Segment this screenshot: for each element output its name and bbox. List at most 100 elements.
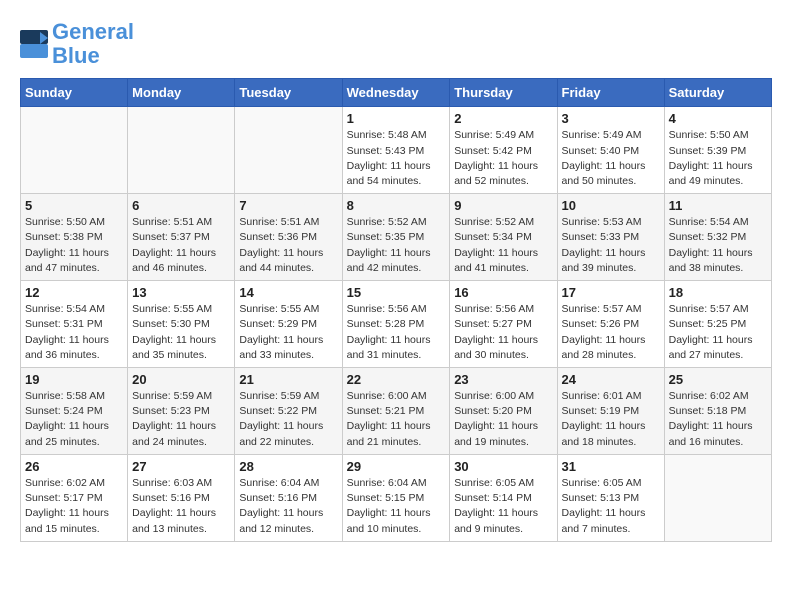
calendar-cell: 7Sunrise: 5:51 AM Sunset: 5:36 PM Daylig… [235,194,342,281]
calendar-cell [235,107,342,194]
calendar-body: 1 Sunrise: 5:48 AM Sunset: 5:43 PM Daylig… [21,107,772,541]
day-number: 17 [562,285,660,300]
header-row: Sunday Monday Tuesday Wednesday Thursday… [21,79,772,107]
header-tuesday: Tuesday [235,79,342,107]
day-number: 25 [669,372,767,387]
day-number: 19 [25,372,123,387]
calendar-cell: 13 Sunrise: 5:55 AM Sunset: 5:30 PM Dayli… [128,281,235,368]
calendar-cell: 23Sunrise: 6:00 AM Sunset: 5:20 PM Dayli… [450,368,557,455]
header-sunday: Sunday [21,79,128,107]
calendar-cell: 24Sunrise: 6:01 AM Sunset: 5:19 PM Dayli… [557,368,664,455]
day-number: 30 [454,459,552,474]
day-info: Sunrise: 5:55 AM Sunset: 5:30 PM Dayligh… [132,302,230,363]
calendar-cell: 19 Sunrise: 5:58 AM Sunset: 5:24 PM Dayli… [21,368,128,455]
header-thursday: Thursday [450,79,557,107]
day-info: Sunrise: 5:49 AM Sunset: 5:40 PM Dayligh… [562,128,660,189]
day-number: 12 [25,285,123,300]
calendar-cell: 4 Sunrise: 5:50 AM Sunset: 5:39 PM Daylig… [664,107,771,194]
calendar-week-4: 19 Sunrise: 5:58 AM Sunset: 5:24 PM Dayli… [21,368,772,455]
day-info: Sunrise: 5:59 AM Sunset: 5:22 PM Dayligh… [239,389,337,450]
calendar-cell: 11 Sunrise: 5:54 AM Sunset: 5:32 PM Dayli… [664,194,771,281]
day-number: 3 [562,111,660,126]
day-info: Sunrise: 5:51 AM Sunset: 5:36 PM Dayligh… [239,215,337,276]
calendar-cell: 14 Sunrise: 5:55 AM Sunset: 5:29 PM Dayli… [235,281,342,368]
day-info: Sunrise: 5:48 AM Sunset: 5:43 PM Dayligh… [347,128,446,189]
calendar-cell: 1 Sunrise: 5:48 AM Sunset: 5:43 PM Daylig… [342,107,450,194]
day-number: 5 [25,198,123,213]
day-number: 15 [347,285,446,300]
calendar-cell: 21Sunrise: 5:59 AM Sunset: 5:22 PM Dayli… [235,368,342,455]
day-info: Sunrise: 6:04 AM Sunset: 5:15 PM Dayligh… [347,476,446,537]
day-number: 28 [239,459,337,474]
day-number: 14 [239,285,337,300]
day-info: Sunrise: 5:58 AM Sunset: 5:24 PM Dayligh… [25,389,123,450]
calendar-week-1: 1 Sunrise: 5:48 AM Sunset: 5:43 PM Daylig… [21,107,772,194]
day-number: 23 [454,372,552,387]
day-info: Sunrise: 5:54 AM Sunset: 5:32 PM Dayligh… [669,215,767,276]
calendar-table: Sunday Monday Tuesday Wednesday Thursday… [20,78,772,541]
calendar-cell: 15 Sunrise: 5:56 AM Sunset: 5:28 PM Dayli… [342,281,450,368]
calendar-cell: 10 Sunrise: 5:53 AM Sunset: 5:33 PM Dayli… [557,194,664,281]
day-number: 26 [25,459,123,474]
header-saturday: Saturday [664,79,771,107]
header-friday: Friday [557,79,664,107]
day-info: Sunrise: 5:59 AM Sunset: 5:23 PM Dayligh… [132,389,230,450]
day-number: 10 [562,198,660,213]
day-number: 18 [669,285,767,300]
calendar-cell: 9 Sunrise: 5:52 AM Sunset: 5:34 PM Daylig… [450,194,557,281]
day-number: 2 [454,111,552,126]
calendar-cell: 2 Sunrise: 5:49 AM Sunset: 5:42 PM Daylig… [450,107,557,194]
calendar-week-2: 5 Sunrise: 5:50 AM Sunset: 5:38 PM Daylig… [21,194,772,281]
calendar-cell: 26 Sunrise: 6:02 AM Sunset: 5:17 PM Dayli… [21,454,128,541]
day-info: Sunrise: 5:54 AM Sunset: 5:31 PM Dayligh… [25,302,123,363]
day-info: Sunrise: 5:57 AM Sunset: 5:26 PM Dayligh… [562,302,660,363]
day-info: Sunrise: 5:56 AM Sunset: 5:28 PM Dayligh… [347,302,446,363]
day-info: Sunrise: 6:01 AM Sunset: 5:19 PM Dayligh… [562,389,660,450]
day-info: Sunrise: 6:02 AM Sunset: 5:18 PM Dayligh… [669,389,767,450]
day-info: Sunrise: 6:04 AM Sunset: 5:16 PM Dayligh… [239,476,337,537]
day-info: Sunrise: 5:52 AM Sunset: 5:34 PM Dayligh… [454,215,552,276]
calendar-cell: 12 Sunrise: 5:54 AM Sunset: 5:31 PM Dayli… [21,281,128,368]
day-info: Sunrise: 5:53 AM Sunset: 5:33 PM Dayligh… [562,215,660,276]
day-info: Sunrise: 6:02 AM Sunset: 5:17 PM Dayligh… [25,476,123,537]
calendar-cell [664,454,771,541]
calendar-cell: 31Sunrise: 6:05 AM Sunset: 5:13 PM Dayli… [557,454,664,541]
day-number: 8 [347,198,446,213]
calendar-cell [21,107,128,194]
calendar-cell: 29 Sunrise: 6:04 AM Sunset: 5:15 PM Dayli… [342,454,450,541]
calendar-cell: 18 Sunrise: 5:57 AM Sunset: 5:25 PM Dayli… [664,281,771,368]
logo: General Blue [20,20,134,68]
calendar-cell: 8 Sunrise: 5:52 AM Sunset: 5:35 PM Daylig… [342,194,450,281]
day-info: Sunrise: 5:52 AM Sunset: 5:35 PM Dayligh… [347,215,446,276]
day-info: Sunrise: 5:51 AM Sunset: 5:37 PM Dayligh… [132,215,230,276]
day-info: Sunrise: 5:56 AM Sunset: 5:27 PM Dayligh… [454,302,552,363]
day-info: Sunrise: 5:57 AM Sunset: 5:25 PM Dayligh… [669,302,767,363]
day-info: Sunrise: 6:03 AM Sunset: 5:16 PM Dayligh… [132,476,230,537]
calendar-cell: 17 Sunrise: 5:57 AM Sunset: 5:26 PM Dayli… [557,281,664,368]
calendar-cell: 6 Sunrise: 5:51 AM Sunset: 5:37 PM Daylig… [128,194,235,281]
page-header: General Blue [20,20,772,68]
day-info: Sunrise: 5:50 AM Sunset: 5:38 PM Dayligh… [25,215,123,276]
day-number: 6 [132,198,230,213]
header-monday: Monday [128,79,235,107]
day-number: 29 [347,459,446,474]
calendar-cell: 30 Sunrise: 6:05 AM Sunset: 5:14 PM Dayli… [450,454,557,541]
calendar-cell: 3 Sunrise: 5:49 AM Sunset: 5:40 PM Daylig… [557,107,664,194]
day-number: 1 [347,111,446,126]
calendar-cell: 22Sunrise: 6:00 AM Sunset: 5:21 PM Dayli… [342,368,450,455]
logo-text: General Blue [52,20,134,68]
day-number: 22 [347,372,446,387]
day-info: Sunrise: 5:49 AM Sunset: 5:42 PM Dayligh… [454,128,552,189]
calendar-cell: 25 Sunrise: 6:02 AM Sunset: 5:18 PM Dayli… [664,368,771,455]
calendar-cell: 5 Sunrise: 5:50 AM Sunset: 5:38 PM Daylig… [21,194,128,281]
day-number: 4 [669,111,767,126]
day-info: Sunrise: 6:05 AM Sunset: 5:13 PM Dayligh… [562,476,660,537]
day-number: 13 [132,285,230,300]
day-number: 9 [454,198,552,213]
day-info: Sunrise: 6:05 AM Sunset: 5:14 PM Dayligh… [454,476,552,537]
day-info: Sunrise: 5:50 AM Sunset: 5:39 PM Dayligh… [669,128,767,189]
day-number: 11 [669,198,767,213]
calendar-cell: 16Sunrise: 5:56 AM Sunset: 5:27 PM Dayli… [450,281,557,368]
day-info: Sunrise: 5:55 AM Sunset: 5:29 PM Dayligh… [239,302,337,363]
calendar-cell: 27Sunrise: 6:03 AM Sunset: 5:16 PM Dayli… [128,454,235,541]
